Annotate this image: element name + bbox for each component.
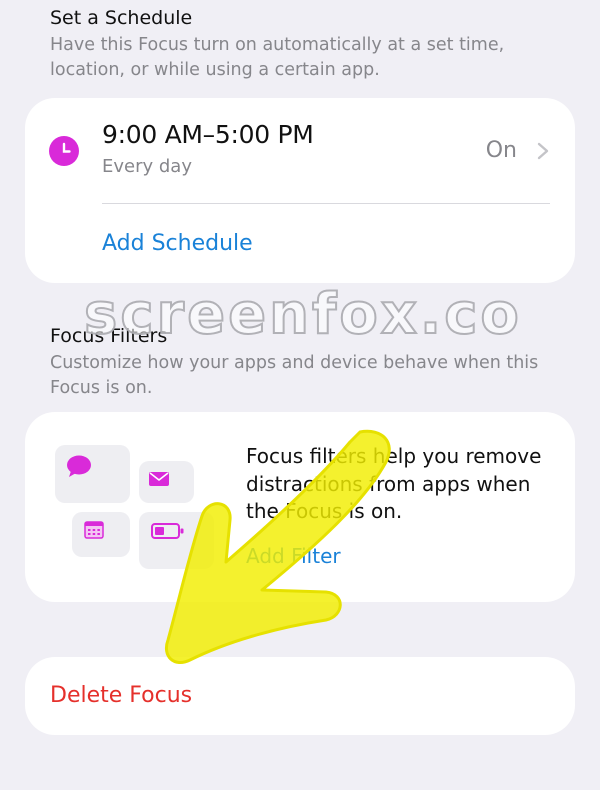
filters-section-description: Customize how your apps and device behav…	[50, 353, 539, 398]
app-tile-mail	[139, 461, 194, 503]
schedule-repeat: Every day	[102, 156, 192, 177]
schedule-time-range: 9:00 AM–5:00 PM	[102, 120, 314, 149]
clock-icon	[49, 136, 79, 166]
chevron-right-icon	[537, 142, 549, 160]
app-tile-battery	[139, 512, 214, 569]
filters-description: Focus filters help you remove distractio…	[246, 444, 542, 523]
schedule-status: On	[485, 138, 517, 163]
delete-focus-button[interactable]: Delete Focus	[25, 657, 575, 735]
schedule-section-title: Set a Schedule	[50, 7, 193, 29]
delete-focus-label: Delete Focus	[50, 683, 193, 708]
add-schedule-button[interactable]: Add Schedule	[102, 231, 253, 256]
filters-section-title: Focus Filters	[50, 325, 168, 347]
schedule-row[interactable]: 9:00 AM–5:00 PM Every day On	[25, 98, 575, 203]
message-icon	[67, 455, 91, 477]
battery-icon	[151, 523, 184, 539]
schedule-section-description: Have this Focus turn on automatically at…	[50, 35, 505, 80]
app-tile-messages	[55, 445, 130, 503]
app-tile-calendar	[72, 512, 130, 557]
add-filter-button[interactable]: Add Filter	[246, 544, 341, 568]
divider	[102, 203, 550, 204]
mail-icon	[149, 472, 169, 486]
schedule-card: 9:00 AM–5:00 PM Every day On Add Schedul…	[25, 98, 575, 283]
filters-card: Focus filters help you remove distractio…	[25, 412, 575, 602]
calendar-icon	[84, 521, 104, 539]
